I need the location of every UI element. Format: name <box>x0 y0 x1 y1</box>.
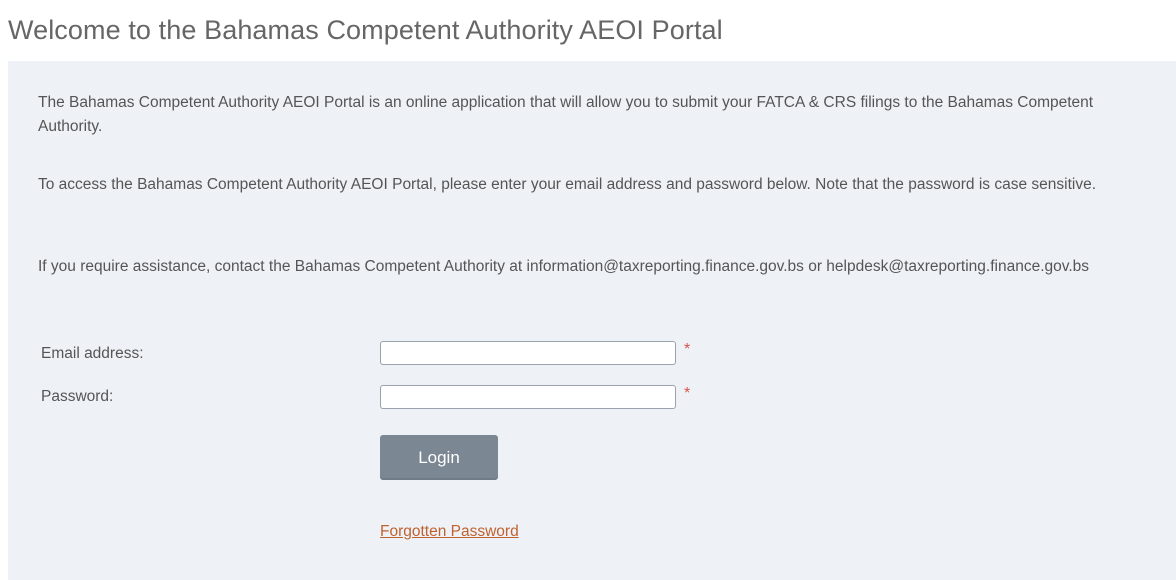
email-label: Email address: <box>41 345 144 362</box>
login-button[interactable]: Login <box>380 435 498 480</box>
page-title: Welcome to the Bahamas Competent Authori… <box>8 15 723 45</box>
login-panel: The Bahamas Competent Authority AEOI Por… <box>8 61 1176 580</box>
forgotten-password-link[interactable]: Forgotten Password <box>380 523 519 541</box>
email-required-marker: * <box>684 341 691 358</box>
intro-paragraph-instructions: To access the Bahamas Competent Authorit… <box>38 176 1097 193</box>
email-field[interactable] <box>380 341 676 365</box>
intro-paragraph-description: The Bahamas Competent Authority AEOI Por… <box>38 94 1094 135</box>
password-required-marker: * <box>684 385 691 402</box>
password-field[interactable] <box>380 385 676 409</box>
password-label: Password: <box>41 388 114 405</box>
intro-paragraph-assistance: If you require assistance, contact the B… <box>38 258 1090 275</box>
